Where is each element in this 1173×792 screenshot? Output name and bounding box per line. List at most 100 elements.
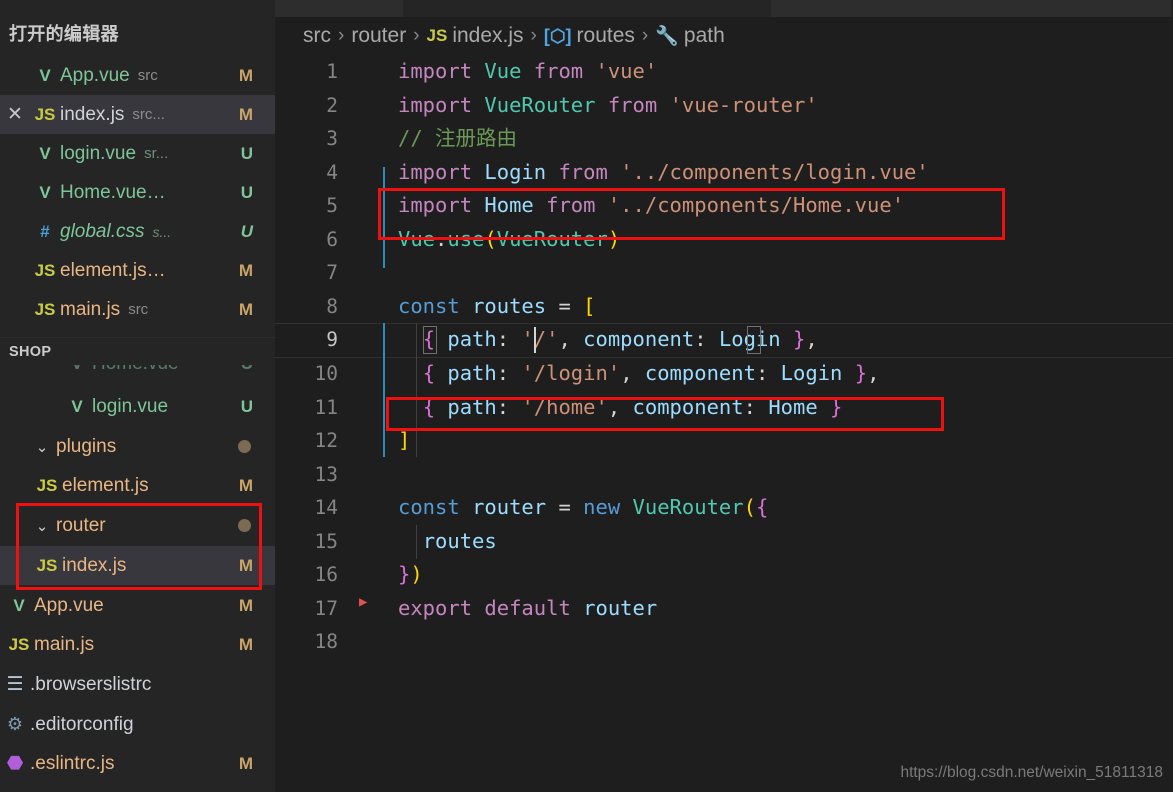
code-line[interactable]: 10 { path: '/login', component: Login }, [275, 357, 1173, 391]
explorer-row-index-js[interactable]: JS index.js M [0, 546, 275, 585]
bracket-match-open [423, 326, 437, 354]
code-line[interactable]: 16 }) [275, 558, 1173, 592]
open-editor-row-index-js[interactable]: ✕ JS index.js src... M [0, 95, 275, 134]
chevron-down-icon[interactable]: ⌄ [28, 517, 56, 535]
file-name: Home.vue… [60, 181, 166, 203]
code-line[interactable]: 3 // 注册路由 [275, 122, 1173, 156]
line-number: 17 [314, 596, 338, 620]
line-content: { path: '/login', component: Login }, [422, 361, 880, 385]
explorer-row-browserslistrc[interactable]: ☰ .browserslistrc [0, 665, 275, 704]
open-editors-pane-title[interactable]: 打开的编辑器 [0, 18, 275, 48]
open-editor-row-element-js[interactable]: JS element.js… M [0, 251, 275, 290]
file-path: s... [152, 223, 172, 240]
line-content: import VueRouter from 'vue-router' [398, 92, 818, 117]
line-number: 14 [314, 496, 338, 519]
sidebar: 打开的编辑器 V App.vue src M ✕ JS index.js src… [0, 0, 275, 792]
line-number: 4 [326, 160, 338, 184]
git-status-badge: M [238, 299, 253, 319]
code-line[interactable]: 15 routes [275, 525, 1173, 559]
js-file-icon: JS [34, 260, 56, 280]
chevron-down-icon[interactable]: ⌄ [28, 438, 56, 456]
list-file-icon: ☰ [6, 674, 24, 695]
explorer-row-main-js[interactable]: JS main.js M [0, 625, 275, 664]
file-name: main.js [60, 298, 121, 320]
vue-file-icon: V [39, 143, 51, 163]
line-content: // 注册路由 [398, 126, 518, 150]
code-line[interactable]: 1 import Vue from 'vue' [275, 55, 1173, 89]
file-name: .editorconfig [30, 713, 134, 735]
breadcrumb-separator: › [530, 25, 537, 46]
code-line[interactable]: 18 [275, 625, 1173, 659]
explorer-pane-title[interactable]: SHOP [0, 337, 275, 365]
open-editor-row-main-js[interactable]: JS main.js src M [0, 290, 275, 329]
line-number: 9 [326, 328, 338, 351]
folder-modified-dot [238, 519, 251, 532]
git-status-badge: U [240, 143, 253, 163]
line-content: import Home from '../components/Home.vue… [398, 193, 905, 217]
explorer-row-editorconfig[interactable]: ⚙ .editorconfig [0, 705, 275, 744]
fold-collapse-arrow-icon[interactable]: ▶ [359, 595, 367, 609]
gear-file-icon: ⚙ [6, 714, 24, 734]
code-line[interactable]: 2 import VueRouter from 'vue-router' [275, 89, 1173, 123]
breadcrumb-separator: › [338, 25, 345, 46]
line-content: import Login from '../components/login.v… [398, 159, 929, 184]
code-line-current[interactable]: 9 { path: '/', component: Login }, [275, 323, 1173, 357]
breadcrumb-item-path[interactable]: 🔧 path [655, 24, 725, 48]
line-number: 3 [326, 127, 338, 150]
code-editor[interactable]: 1 import Vue from 'vue' 2 import VueRout… [275, 55, 1173, 792]
file-name: .browserslistrc [30, 673, 152, 695]
watermark-text: https://blog.csdn.net/weixin_51811318 [900, 764, 1163, 781]
git-status-badge: M [238, 753, 253, 773]
breadcrumb-item-src[interactable]: src [303, 24, 331, 48]
bracket-match-close [747, 326, 761, 354]
code-line[interactable]: 6 Vue.use(VueRouter) [275, 223, 1173, 257]
open-editor-row-app-vue[interactable]: V App.vue src M [0, 56, 275, 95]
line-content: { path: '/home', component: Home } [422, 394, 843, 419]
folder-name: plugins [56, 435, 117, 457]
code-line[interactable]: 4 import Login from '../components/login… [275, 156, 1173, 190]
explorer-row-element-js[interactable]: JS element.js M [0, 466, 275, 505]
file-path: src [128, 301, 149, 318]
open-editor-row-global-css[interactable]: # global.css s... U [0, 212, 275, 251]
code-line[interactable]: 5 import Home from '../components/Home.v… [275, 189, 1173, 223]
line-number: 13 [314, 462, 338, 486]
tab-stub[interactable] [275, 0, 403, 17]
js-file-icon: JS [34, 299, 56, 319]
editor-tab-bar [275, 0, 1173, 17]
js-file-icon: JS [36, 475, 58, 495]
code-line[interactable]: 13 [275, 458, 1173, 492]
explorer-row-plugins-folder[interactable]: ⌄ plugins [0, 427, 275, 466]
file-name: .eslintrc.js [30, 752, 115, 774]
js-file-icon: JS [8, 634, 30, 654]
code-line[interactable]: 14 const router = new VueRouter({ [275, 491, 1173, 525]
open-editor-row-login-vue[interactable]: V login.vue sr... U [0, 134, 275, 173]
line-content: Vue.use(VueRouter) [398, 226, 621, 251]
close-icon[interactable]: ✕ [0, 103, 30, 126]
css-file-icon: # [40, 221, 50, 241]
breadcrumb-item-routes[interactable]: [⬡] routes [544, 24, 635, 48]
breadcrumb-item-router[interactable]: router [351, 24, 406, 48]
code-line[interactable]: 11 { path: '/home', component: Home } [275, 391, 1173, 425]
code-line[interactable]: 17 export default router [275, 592, 1173, 626]
vue-file-icon: V [71, 396, 83, 416]
line-content: ] [398, 428, 411, 452]
explorer-row-router-folder[interactable]: ⌄ router [0, 506, 275, 545]
code-line[interactable]: 7 [275, 256, 1173, 290]
breadcrumb-item-index-js[interactable]: JS index.js [427, 24, 524, 48]
explorer-row-app-vue[interactable]: V App.vue M [0, 586, 275, 625]
line-number: 12 [314, 429, 338, 452]
file-name: main.js [34, 633, 95, 655]
line-content: export default router [398, 595, 658, 620]
file-name: App.vue [34, 594, 104, 616]
text-cursor [534, 327, 536, 353]
tab-stub[interactable] [771, 0, 1171, 17]
code-line[interactable]: 8 const routes = [ [275, 290, 1173, 324]
line-content: const router = new VueRouter({ [398, 495, 769, 519]
git-status-badge: U [240, 221, 253, 241]
line-number: 5 [326, 194, 338, 217]
explorer-row-eslintrc-js[interactable]: ⬣ .eslintrc.js M [0, 744, 275, 783]
open-editor-row-home-vue[interactable]: V Home.vue… U [0, 173, 275, 212]
code-line[interactable]: 12 ] [275, 424, 1173, 458]
explorer-row-login-vue[interactable]: V login.vue U [0, 387, 275, 426]
js-file-icon: JS [426, 26, 448, 45]
